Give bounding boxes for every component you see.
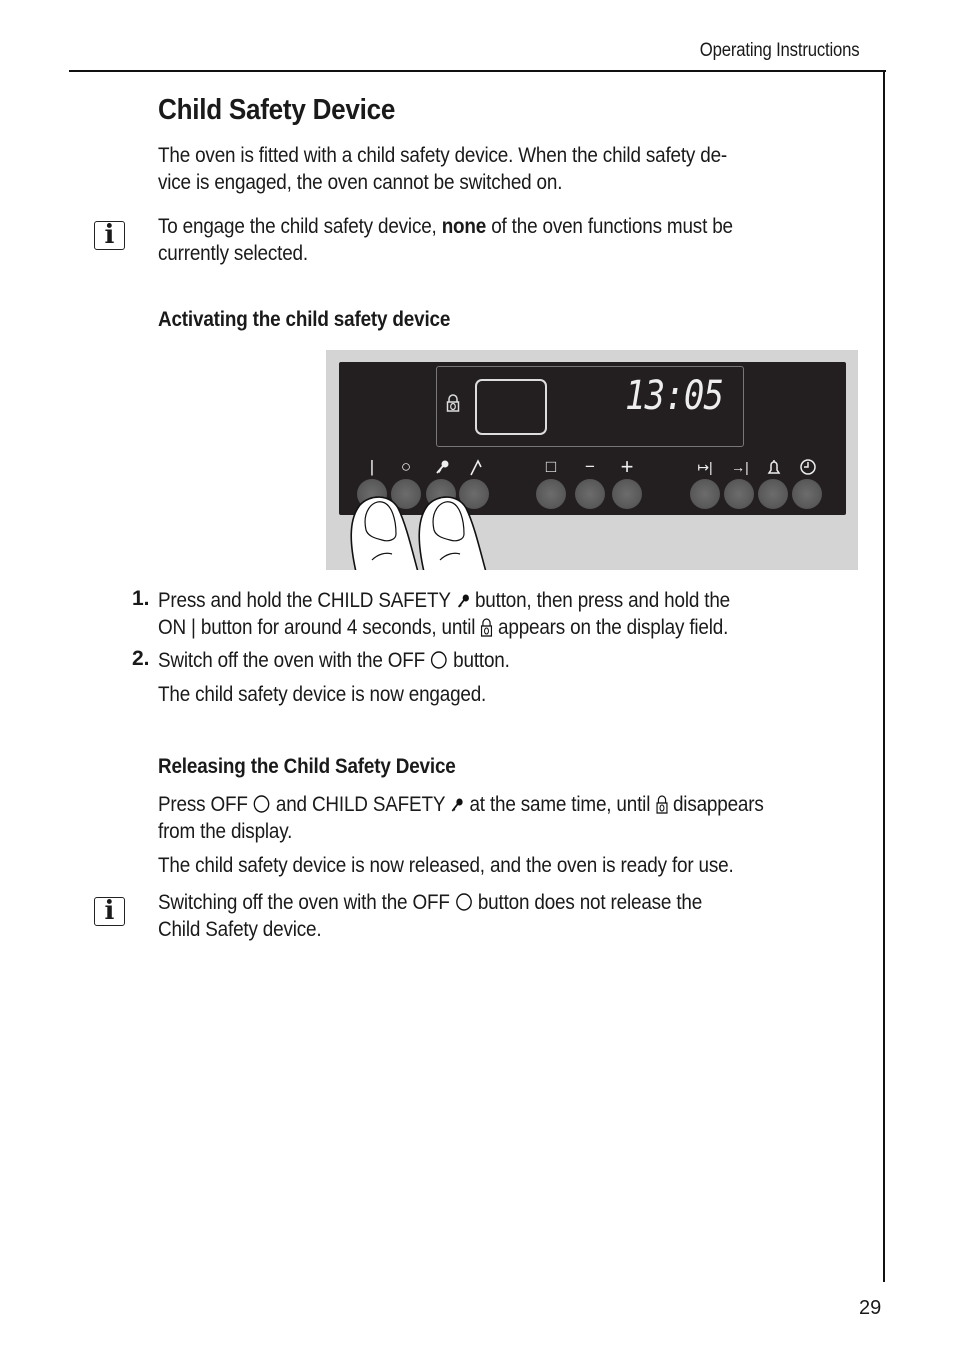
lock-icon (481, 618, 493, 637)
step-number: 1. (132, 587, 150, 610)
step-2: Switch off the oven with the OFF button. (158, 647, 842, 674)
page-title: Child Safety Device (158, 94, 396, 126)
display-time: 13:05 (625, 373, 724, 419)
note-text: To engage the child safety device, (158, 215, 442, 238)
end-time-icon: →| (731, 459, 749, 475)
info-icon: i (94, 221, 125, 250)
note-engage: To engage the child safety device, none … (158, 213, 842, 267)
square-icon: □ (545, 457, 557, 476)
key-icon (457, 594, 469, 608)
duration-icon: ↦| (697, 459, 713, 475)
step-text: ON | button for around 4 seconds, until (158, 616, 481, 639)
display-window (475, 379, 547, 435)
plus-icon: + (620, 454, 634, 479)
function-icon (470, 459, 482, 476)
note-bold: none (441, 215, 487, 238)
on-icon: | (369, 457, 375, 476)
minus-button[interactable] (575, 479, 605, 509)
timer-button[interactable] (758, 479, 788, 509)
lock-icon (446, 394, 460, 412)
margin-rule (883, 70, 885, 1282)
step-text: button. (448, 649, 510, 672)
step-1: Press and hold the CHILD SAFETY button, … (158, 587, 842, 641)
release-line-2: from the display. (158, 820, 293, 843)
clock-button[interactable] (792, 479, 822, 509)
lock-icon (656, 795, 668, 814)
note-line-2: Child Safety device. (158, 918, 322, 941)
key-icon (436, 460, 449, 474)
off-circle-icon (455, 893, 472, 911)
fingers-illustration (350, 496, 487, 570)
running-header: Operating Instructions (699, 40, 859, 61)
release-text: disappears (667, 793, 764, 816)
note-text: of the oven functions must be (486, 215, 733, 238)
step-number: 2. (132, 647, 150, 670)
header-rule (69, 70, 886, 72)
page-number: 29 (859, 1297, 882, 1319)
engaged-result: The child safety device is now engaged. (158, 683, 487, 706)
step-text: appears on the display field. (492, 616, 729, 639)
control-panel-figure: 13:05 | ○ □ − + ↦| →| (326, 350, 858, 570)
note-text: Switching off the oven with the OFF (158, 891, 455, 914)
display-field: 13:05 (436, 366, 744, 447)
minus-icon: − (585, 457, 595, 476)
release-text: at the same time, until (464, 793, 656, 816)
step-text: Switch off the oven with the OFF (158, 649, 431, 672)
step-text: Press and hold the CHILD SAFETY (158, 589, 456, 612)
end-time-button[interactable] (724, 479, 754, 509)
release-text: Press OFF (158, 793, 253, 816)
info-icon: i (94, 897, 125, 926)
note-text: button does not release the (472, 891, 703, 914)
intro-line-2: vice is engaged, the oven cannot be swit… (158, 171, 563, 194)
note-off: Switching off the oven with the OFF butt… (158, 889, 842, 943)
intro-line-1: The oven is fitted with a child safety d… (158, 144, 728, 167)
plus-button[interactable] (612, 479, 642, 509)
activating-heading: Activating the child safety device (158, 308, 451, 331)
releasing-heading: Releasing the Child Safety Device (158, 755, 456, 778)
off-circle-icon (431, 651, 447, 669)
intro-paragraph: The oven is fitted with a child safety d… (158, 142, 842, 196)
released-result: The child safety device is now released,… (158, 854, 734, 877)
off-circle-icon (253, 795, 270, 813)
off-icon: ○ (400, 457, 412, 476)
release-instructions: Press OFF and CHILD SAFETY at the same t… (158, 791, 842, 845)
duration-button[interactable] (690, 479, 720, 509)
square-button[interactable] (536, 479, 566, 509)
note-line-2: currently selected. (158, 242, 308, 265)
release-text: and CHILD SAFETY (270, 793, 450, 816)
key-icon (452, 798, 464, 812)
clock-icon (800, 459, 816, 475)
bell-icon (767, 460, 781, 474)
step-text: button, then press and hold the (469, 589, 730, 612)
